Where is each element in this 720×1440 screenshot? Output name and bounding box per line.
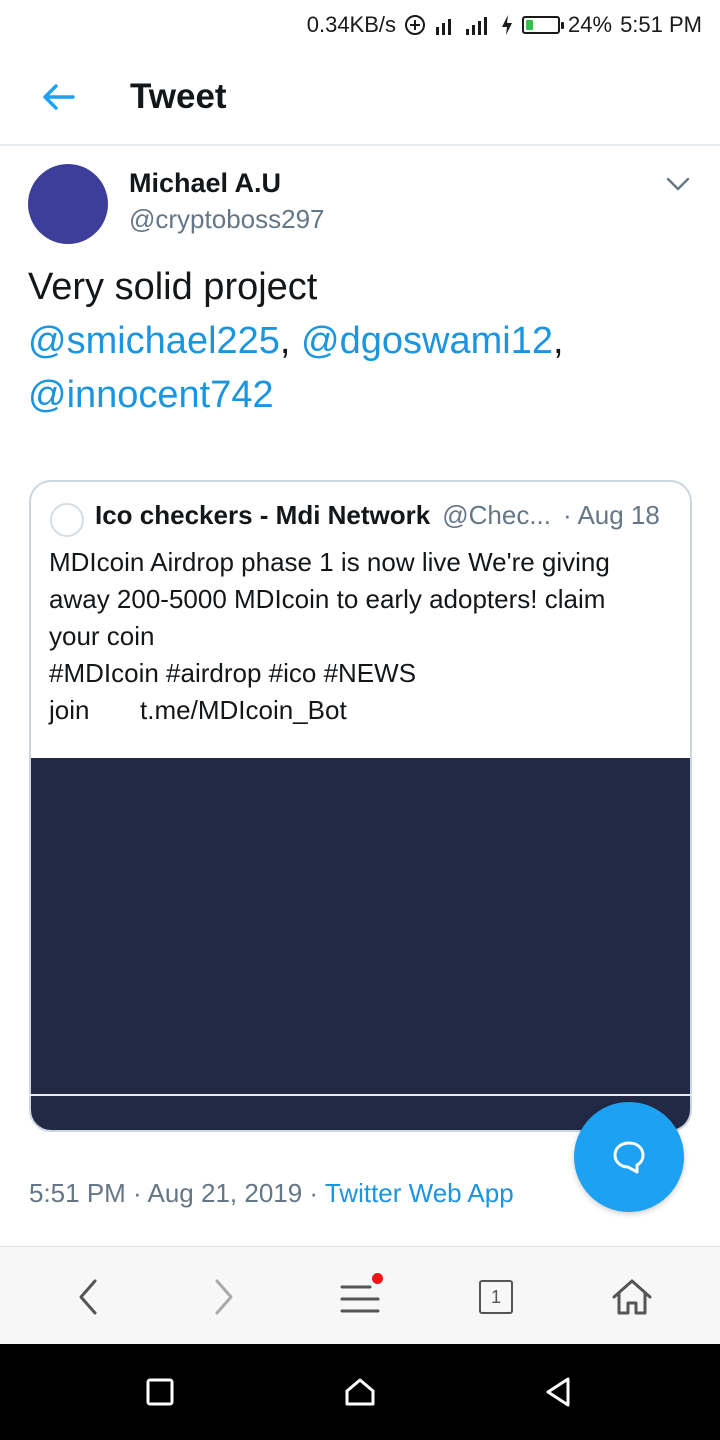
tweet-text: Very solid project @smichael225, @dgoswa… (28, 260, 688, 422)
mention-separator: , (552, 320, 564, 362)
signal-icon (434, 13, 492, 37)
quoted-text-line: join t.me/MDIcoin_Bot (49, 695, 347, 725)
browser-toolbar: 1 (0, 1246, 720, 1344)
back-button[interactable] (28, 67, 88, 127)
battery-fill (526, 20, 534, 30)
nav-home-button[interactable] (336, 1368, 384, 1416)
battery-percent: 24% (568, 12, 613, 37)
back-arrow-icon (43, 84, 75, 110)
tweet-source-link[interactable]: Twitter Web App (325, 1178, 514, 1208)
notification-dot (372, 1273, 383, 1284)
browser-forward-icon (215, 1279, 233, 1315)
system-navigation-bar (0, 1344, 720, 1440)
quoted-text-line: #MDIcoin #airdrop #ico #NEWS (49, 658, 417, 688)
data-saver-icon (404, 14, 426, 36)
divider (29, 1094, 692, 1096)
quoted-avatar (50, 503, 84, 537)
tweet-meta: 5:51 PM · Aug 21, 2019 · Twitter Web App (29, 1178, 514, 1209)
quoted-author-handle: @Chec... (442, 500, 551, 530)
chevron-down-icon (666, 177, 690, 191)
header: Tweet (0, 50, 720, 146)
recents-button[interactable] (136, 1368, 184, 1416)
mention-link[interactable]: @dgoswami12 (301, 320, 553, 362)
browser-home-button[interactable] (604, 1269, 660, 1325)
browser-forward-button[interactable] (196, 1269, 252, 1325)
compose-reply-icon (613, 1141, 645, 1174)
nav-back-icon (546, 1377, 570, 1407)
quoted-date: · Aug 18 (563, 500, 660, 530)
mention-link[interactable]: @innocent742 (28, 374, 274, 416)
tweet-date: Aug 21, 2019 (147, 1178, 303, 1208)
tweet-options-button[interactable] (660, 166, 696, 202)
battery-icon (522, 16, 565, 34)
tweet-time: 5:51 PM (29, 1178, 126, 1208)
quoted-media[interactable] (31, 758, 690, 1130)
meta-separator: · (125, 1178, 148, 1208)
browser-menu-button[interactable] (332, 1269, 388, 1325)
quoted-tweet[interactable]: Ico checkers - Mdi Network @Chec... · Au… (29, 480, 692, 1132)
network-speed: 0.34KB/s (306, 12, 397, 37)
compose-button[interactable] (574, 1102, 684, 1212)
quoted-header: Ico checkers - Mdi Network @Chec... · Au… (95, 500, 675, 531)
clock: 5:51 PM (620, 12, 702, 37)
home-icon (612, 1279, 652, 1315)
tabs-button[interactable]: 1 (468, 1269, 524, 1325)
quoted-text-line: your coin (49, 621, 155, 651)
page-title: Tweet (130, 77, 227, 116)
quoted-text-line: MDIcoin Airdrop phase 1 is now live We'r… (49, 547, 610, 577)
browser-back-button[interactable] (60, 1269, 116, 1325)
nav-back-button[interactable] (534, 1368, 582, 1416)
mention-link[interactable]: @smichael225 (28, 320, 280, 362)
nav-home-icon (345, 1378, 375, 1406)
avatar[interactable] (28, 164, 108, 244)
meta-separator: · (302, 1178, 325, 1208)
tweet-plain-text: Very solid project (28, 266, 318, 308)
author-handle[interactable]: @cryptoboss297 (129, 204, 325, 235)
recents-icon (146, 1378, 174, 1406)
quoted-text: MDIcoin Airdrop phase 1 is now live We'r… (49, 544, 669, 729)
quoted-author-name: Ico checkers - Mdi Network (95, 500, 431, 530)
status-bar: 0.34KB/s 24% 5:51 PM (0, 0, 720, 50)
author-name[interactable]: Michael A.U (129, 168, 281, 199)
menu-icon (340, 1285, 380, 1313)
mention-separator: , (279, 320, 302, 362)
quoted-text-line: away 200-5000 MDIcoin to early adopters!… (49, 584, 606, 614)
tab-count: 1 (490, 1286, 501, 1307)
tabs-icon: 1 (479, 1280, 513, 1314)
charging-icon (500, 14, 514, 36)
browser-back-icon (79, 1279, 97, 1315)
